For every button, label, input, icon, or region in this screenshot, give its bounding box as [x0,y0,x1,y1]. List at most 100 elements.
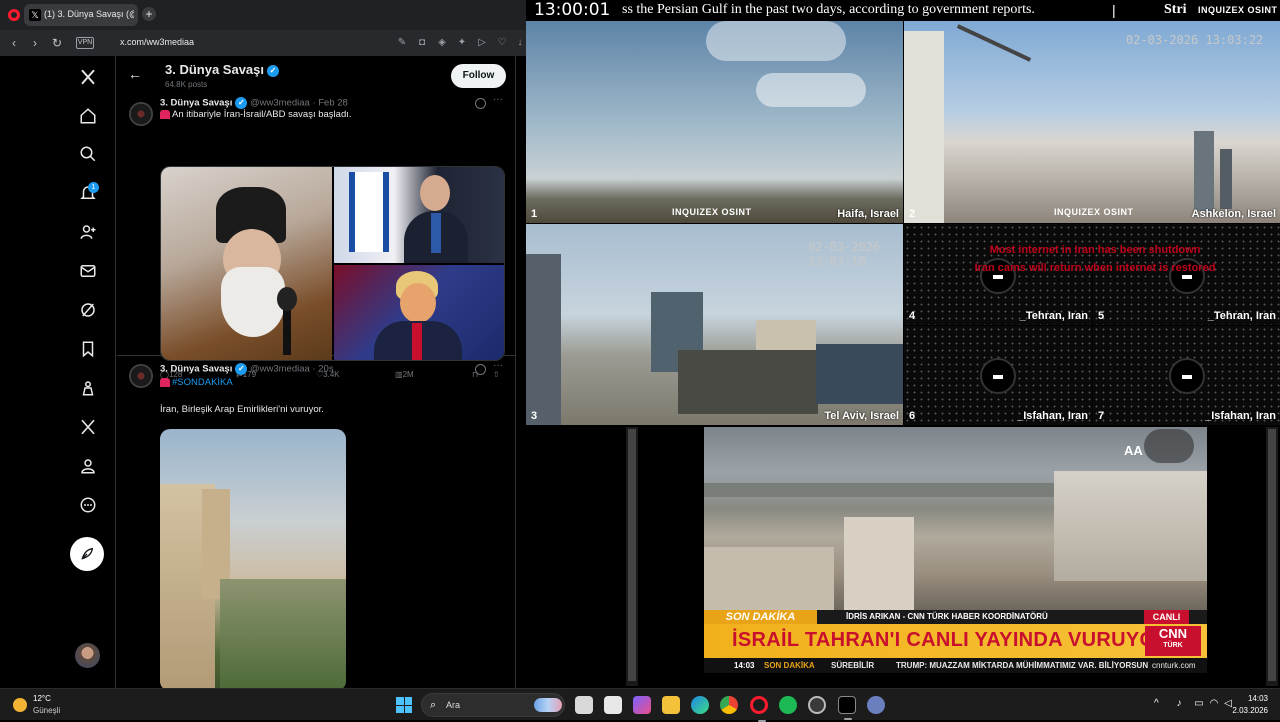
clock-date[interactable]: 2.03.2026 [1224,706,1268,715]
back-arrow-icon[interactable]: ← [127,66,143,82]
windows-start-icon[interactable] [396,697,412,713]
heart-icon[interactable]: ♡ [496,37,508,49]
profile-icon[interactable] [76,454,100,478]
tweet-author[interactable]: 3. Dünya Savaşı ✓ @ww3mediaa · 20s [160,363,334,375]
weather-temperature[interactable]: 12°C [33,694,51,703]
camera-location: Haifa, Israel [837,208,899,220]
tweet-text: İran, Birleşik Arap Emirlikleri'ni vuruy… [160,404,324,415]
feather-icon [81,547,94,560]
mail-icon[interactable] [76,259,100,283]
camera-feed-1[interactable]: INQUIZEX OSINT 1 Haifa, Israel [526,21,903,223]
camera-feed-7[interactable]: 7 _Isfahan, Iran [1093,326,1280,425]
scrollbar[interactable] [1266,427,1278,686]
taskbar-search[interactable]: ⌕ Ara [421,693,565,717]
verified-badge-icon: ✓ [267,64,279,77]
tweet-image[interactable] [334,265,504,360]
tweet[interactable]: 3. Dünya Savaşı ✓ @ww3mediaa · Feb 28 ···… [117,94,515,379]
vpn-badge[interactable]: VPN [76,37,94,49]
browser-tab[interactable]: 𝕏 (1) 3. Dünya Savaşı (@ww [24,4,138,26]
download-icon[interactable]: ↓ [514,37,526,49]
premium-x-icon[interactable] [76,415,100,439]
camera-icon[interactable]: ◘ [416,37,428,49]
camera-location: _Tehran, Iran [1207,310,1276,322]
camera-feed-4[interactable]: 4 _Tehran, Iran [904,224,1092,325]
grok-icon[interactable] [475,98,486,109]
back-icon[interactable]: ‹ [7,36,21,50]
hashtag-link[interactable]: #SONDAKİKA [172,377,233,388]
reporter-caption: İDRİS ARIKAN - CNN TÜRK HABER KOORDİNATÖ… [846,612,1048,621]
grok-icon[interactable] [76,298,100,322]
home-icon[interactable] [76,104,100,128]
bottom-ticker: 14:03 SON DAKİKA SÜREBİLİR TRUMP: MUAZZA… [704,658,1207,673]
more-icon[interactable]: ··· [493,360,503,371]
camera-location: Ashkelon, Israel [1191,208,1276,220]
follow-button[interactable]: Follow [451,64,506,88]
siren-icon [160,377,170,387]
reload-icon[interactable]: ↻ [50,36,64,50]
scrollbar-thumb[interactable] [1268,429,1276,681]
x-logo-icon[interactable] [76,65,100,89]
copilot-icon[interactable] [633,696,651,714]
weather-description[interactable]: Güneşli [33,706,60,715]
new-tab-button[interactable]: + [142,7,156,21]
wifi-icon[interactable]: ◠ [1208,698,1220,710]
extension-icon[interactable]: ✦ [456,37,468,49]
tweet-image[interactable] [334,167,504,263]
video-app-icon[interactable] [838,696,856,720]
sun-cloud-icon[interactable] [13,698,27,712]
ticker-next: Stri [1164,2,1187,17]
spotify-icon[interactable] [779,696,797,714]
more-icon[interactable]: ··· [493,94,503,105]
chrome-icon[interactable] [720,696,738,714]
bookmark-icon[interactable] [76,337,100,361]
camera-feed-3[interactable]: 02-03-2026 13:03:18 3 Tel Aviv, Israel [526,224,903,425]
tweet-image[interactable] [161,167,332,360]
ticker-text: SÜREBİLİR [831,661,875,670]
tweet-avatar[interactable] [129,102,153,126]
store-icon[interactable] [604,696,622,714]
profile-timeline: ← 3. Dünya Savaşı ✓ 64.8K posts Follow 3.… [117,56,516,688]
task-view-icon[interactable] [575,696,593,714]
camera-timestamp: 02-03-2026 13:03:18 [808,240,881,268]
opera-icon[interactable] [750,696,768,722]
clock-time[interactable]: 14:03 [1236,694,1268,703]
shield-icon[interactable]: ◈ [436,37,448,49]
tweet[interactable]: 3. Dünya Savaşı ✓ @ww3mediaa · 20s ··· #S… [117,356,515,688]
tweet-video[interactable] [160,429,346,688]
settings-icon[interactable] [867,696,885,714]
more-icon[interactable] [76,493,100,517]
verified-badge-icon: ✓ [235,363,248,375]
tweet-media-grid[interactable] [160,166,505,361]
edit-icon[interactable]: ✎ [396,37,408,49]
avatar[interactable] [75,643,100,668]
camera-number: 2 [909,208,916,220]
camera-feed-2[interactable]: 02-03-2026 13:03:22 INQUIZEX OSINT 2 Ash… [904,21,1280,223]
camera-feed-6[interactable]: 6 _Isfahan, Iran [904,326,1092,425]
url-field[interactable]: x.com/ww3mediaa [120,37,194,47]
camera-feed-5[interactable]: 5 _Tehran, Iran [1093,224,1280,325]
forward-icon[interactable]: › [28,36,42,50]
search-icon[interactable] [76,142,100,166]
tweet-text: An itibariyle İran-İsrail/ABD savaşı baş… [160,109,352,120]
scrollbar[interactable] [626,427,638,686]
camera-lens-icon [1169,358,1205,394]
taskbar: 12°C Güneşli ⌕ Ara ^ ♪ ▭ ◠ ◁ 14:03 2.03.… [0,688,1280,722]
file-explorer-icon[interactable] [662,696,680,714]
grok-icon[interactable] [475,364,486,375]
send-icon[interactable]: ▷ [476,37,488,49]
cnn-turk-broadcast[interactable]: AA SON DAKİKA İDRİS ARIKAN - CNN TÜRK HA… [704,427,1207,673]
browser-window: 𝕏 (1) 3. Dünya Savaşı (@ww + ‹ › ↻ VPN x… [0,0,526,688]
microphone-icon[interactable]: ♪ [1173,698,1185,710]
headline: İSRAİL TAHRAN'I CANLI YAYINDA VURUYOR [732,629,1171,651]
chevron-up-icon[interactable]: ^ [1154,698,1159,709]
communities-icon[interactable] [76,376,100,400]
tweet-avatar[interactable] [129,364,153,388]
compose-post-button[interactable] [70,537,104,571]
tweet-author[interactable]: 3. Dünya Savaşı ✓ @ww3mediaa · Feb 28 [160,97,348,109]
people-icon[interactable] [76,220,100,244]
app-icon[interactable] [808,696,826,714]
edge-icon[interactable] [691,696,709,714]
opera-logo-icon[interactable] [8,9,20,21]
scrollbar-thumb[interactable] [628,429,636,681]
display-icon[interactable]: ▭ [1193,698,1205,710]
